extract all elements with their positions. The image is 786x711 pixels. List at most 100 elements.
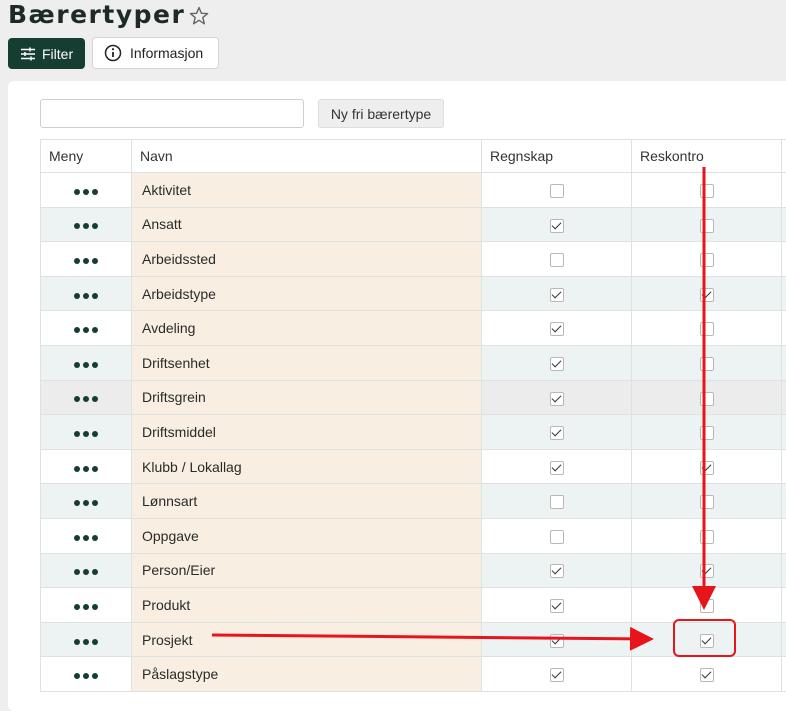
- row-ledger-cell: [632, 276, 782, 311]
- row-ledger-cell: [632, 380, 782, 415]
- favorite-star-icon[interactable]: [189, 6, 209, 26]
- row-menu-button[interactable]: [41, 276, 132, 311]
- row-menu-button[interactable]: [41, 207, 132, 242]
- more-dots-icon: [74, 258, 98, 264]
- row-name: Prosjekt: [132, 622, 482, 657]
- row-extra-cell: [782, 345, 786, 380]
- ledger-checkbox[interactable]: [700, 219, 714, 233]
- accounting-checkbox[interactable]: [550, 392, 564, 406]
- page-title: Bærertyper: [8, 0, 185, 29]
- ledger-checkbox[interactable]: [700, 357, 714, 371]
- row-name: Arbeidssted: [132, 242, 482, 277]
- more-dots-icon: [74, 223, 98, 229]
- column-header-ledger[interactable]: Reskontro: [632, 140, 782, 173]
- table-row[interactable]: Klubb / Lokallag: [41, 449, 786, 484]
- table-row[interactable]: Person/Eier: [41, 553, 786, 588]
- table-row[interactable]: Påslagstype: [41, 657, 786, 692]
- ledger-checkbox[interactable]: [700, 530, 714, 544]
- ledger-checkbox[interactable]: [700, 564, 714, 578]
- table-row[interactable]: Produkt: [41, 588, 786, 623]
- more-dots-icon: [74, 431, 98, 437]
- row-menu-button[interactable]: [41, 173, 132, 208]
- table-row[interactable]: Driftsmiddel: [41, 415, 786, 450]
- row-accounting-cell: [482, 657, 632, 692]
- more-dots-icon: [74, 535, 98, 541]
- more-dots-icon: [74, 500, 98, 506]
- ledger-checkbox[interactable]: [700, 253, 714, 267]
- accounting-checkbox[interactable]: [550, 322, 564, 336]
- column-header-name[interactable]: Navn: [132, 140, 482, 173]
- more-dots-icon: [74, 189, 98, 195]
- row-menu-button[interactable]: [41, 588, 132, 623]
- row-menu-button[interactable]: [41, 657, 132, 692]
- row-menu-button[interactable]: [41, 484, 132, 519]
- row-menu-button[interactable]: [41, 242, 132, 277]
- row-accounting-cell: [482, 345, 632, 380]
- carrier-type-table: Meny Navn Regnskap Reskontro AktivitetAn…: [40, 139, 786, 692]
- accounting-checkbox[interactable]: [550, 288, 564, 302]
- row-extra-cell: [782, 588, 786, 623]
- row-menu-button[interactable]: [41, 553, 132, 588]
- table-row[interactable]: Arbeidssted: [41, 242, 786, 277]
- table-row[interactable]: Prosjekt: [41, 622, 786, 657]
- accounting-checkbox[interactable]: [550, 668, 564, 682]
- row-accounting-cell: [482, 518, 632, 553]
- accounting-checkbox[interactable]: [550, 184, 564, 198]
- row-ledger-cell: [632, 242, 782, 277]
- table-row[interactable]: Driftsgrein: [41, 380, 786, 415]
- filter-label: Filter: [42, 46, 73, 62]
- table-row[interactable]: Oppgave: [41, 518, 786, 553]
- row-accounting-cell: [482, 553, 632, 588]
- table-row[interactable]: Aktivitet: [41, 173, 786, 208]
- row-ledger-cell: [632, 588, 782, 623]
- ledger-checkbox[interactable]: [700, 426, 714, 440]
- accounting-checkbox[interactable]: [550, 357, 564, 371]
- table-header: Meny Navn Regnskap Reskontro: [41, 140, 786, 173]
- filter-button[interactable]: Filter: [8, 38, 85, 69]
- row-accounting-cell: [482, 380, 632, 415]
- accounting-checkbox[interactable]: [550, 253, 564, 267]
- accounting-checkbox[interactable]: [550, 599, 564, 613]
- information-button[interactable]: Informasjon: [92, 37, 219, 69]
- column-header-menu[interactable]: Meny: [41, 140, 132, 173]
- row-menu-button[interactable]: [41, 622, 132, 657]
- ledger-checkbox[interactable]: [700, 634, 714, 648]
- ledger-checkbox[interactable]: [700, 392, 714, 406]
- ledger-checkbox[interactable]: [700, 495, 714, 509]
- column-header-accounting[interactable]: Regnskap: [482, 140, 632, 173]
- table-row[interactable]: Avdeling: [41, 311, 786, 346]
- row-menu-button[interactable]: [41, 345, 132, 380]
- sliders-icon: [20, 47, 36, 61]
- ledger-checkbox[interactable]: [700, 461, 714, 475]
- information-label: Informasjon: [130, 45, 203, 61]
- table-row[interactable]: Ansatt: [41, 207, 786, 242]
- row-name: Påslagstype: [132, 657, 482, 692]
- row-extra-cell: [782, 276, 786, 311]
- ledger-checkbox[interactable]: [700, 288, 714, 302]
- ledger-checkbox[interactable]: [700, 599, 714, 613]
- row-menu-button[interactable]: [41, 311, 132, 346]
- ledger-checkbox[interactable]: [700, 184, 714, 198]
- accounting-checkbox[interactable]: [550, 634, 564, 648]
- accounting-checkbox[interactable]: [550, 219, 564, 233]
- more-dots-icon: [74, 293, 98, 299]
- search-input[interactable]: [40, 99, 304, 128]
- accounting-checkbox[interactable]: [550, 426, 564, 440]
- accounting-checkbox[interactable]: [550, 495, 564, 509]
- row-menu-button[interactable]: [41, 449, 132, 484]
- row-menu-button[interactable]: [41, 415, 132, 450]
- table-row[interactable]: Arbeidstype: [41, 276, 786, 311]
- accounting-checkbox[interactable]: [550, 461, 564, 475]
- table-row[interactable]: Driftsenhet: [41, 345, 786, 380]
- new-free-carrier-type-button[interactable]: Ny fri bærertype: [318, 99, 444, 128]
- ledger-checkbox[interactable]: [700, 668, 714, 682]
- row-ledger-cell: [632, 415, 782, 450]
- row-accounting-cell: [482, 276, 632, 311]
- accounting-checkbox[interactable]: [550, 530, 564, 544]
- row-menu-button[interactable]: [41, 518, 132, 553]
- table-row[interactable]: Lønnsart: [41, 484, 786, 519]
- row-menu-button[interactable]: [41, 380, 132, 415]
- accounting-checkbox[interactable]: [550, 564, 564, 578]
- ledger-checkbox[interactable]: [700, 322, 714, 336]
- more-dots-icon: [74, 639, 98, 645]
